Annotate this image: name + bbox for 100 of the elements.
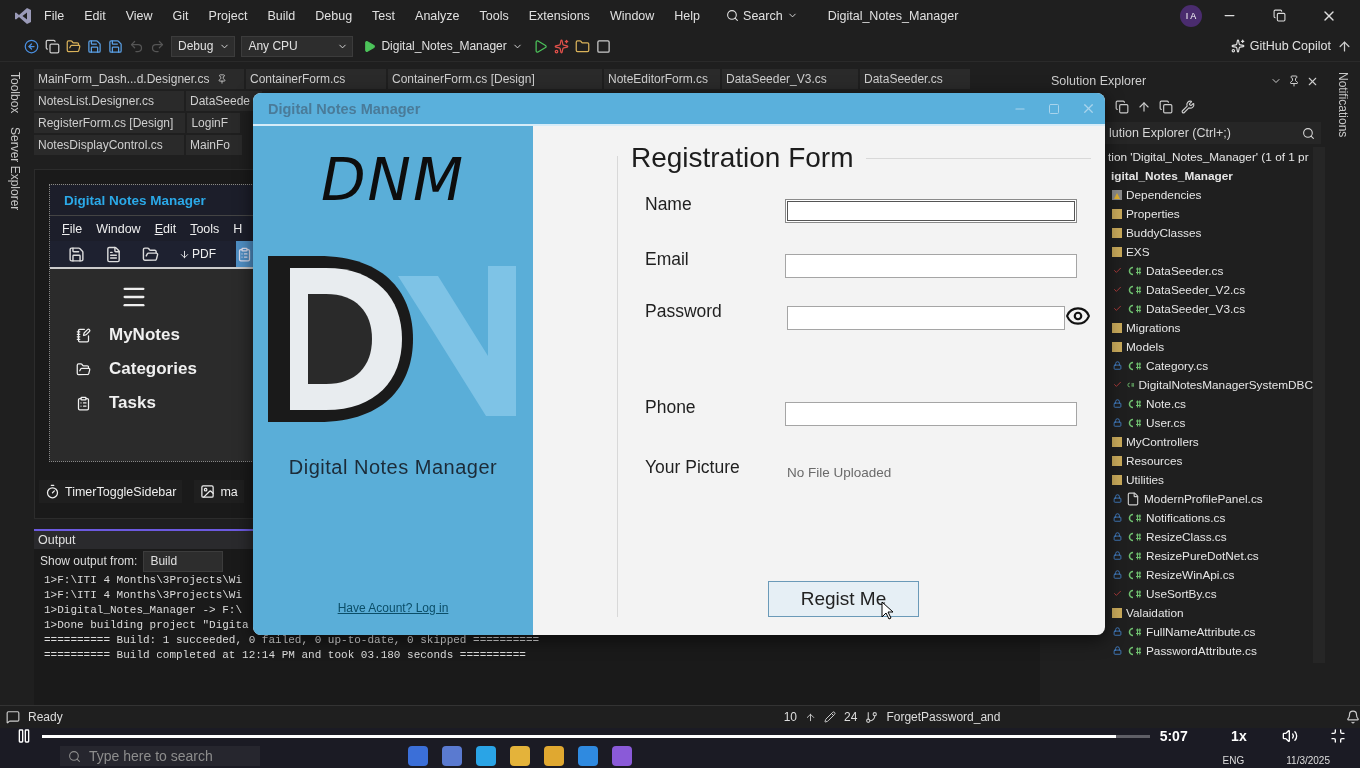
pencil-icon[interactable] bbox=[824, 711, 837, 723]
copilot-button[interactable]: GitHub Copilot bbox=[1230, 39, 1331, 53]
branch-icon[interactable] bbox=[865, 710, 879, 724]
platform-dropdown[interactable]: Any CPU bbox=[241, 35, 354, 57]
nav-item[interactable]: MyNotes bbox=[76, 325, 253, 345]
text-field[interactable] bbox=[785, 254, 1077, 278]
editor-tab[interactable]: MainFo bbox=[186, 135, 242, 155]
tree-item[interactable]: Notifications.cs bbox=[1146, 510, 1226, 525]
folder-icon[interactable] bbox=[142, 245, 159, 263]
tree-item[interactable]: igital_Notes_Manager bbox=[1111, 168, 1233, 183]
open-folder-icon[interactable] bbox=[66, 38, 81, 54]
taskbar-app-icon[interactable] bbox=[476, 746, 496, 766]
tree-item[interactable]: ResizeClass.cs bbox=[1146, 529, 1227, 544]
menu-item[interactable]: Help bbox=[666, 4, 709, 27]
tree-item[interactable]: tion 'Digital_Notes_Manager' (1 of 1 pr bbox=[1108, 149, 1309, 164]
taskbar-app-icon[interactable] bbox=[544, 746, 564, 766]
nav-item[interactable]: Categories bbox=[76, 359, 253, 379]
pause-icon[interactable] bbox=[16, 728, 32, 744]
tree-item[interactable]: Category.cs bbox=[1146, 358, 1209, 373]
back-icon[interactable] bbox=[24, 38, 39, 54]
settings-icon[interactable] bbox=[1181, 100, 1195, 114]
collapse-icon[interactable] bbox=[1137, 100, 1151, 114]
volume-icon[interactable] bbox=[1282, 728, 1299, 744]
menu-item[interactable]: Extensions bbox=[520, 4, 598, 27]
tree-item[interactable]: EXS bbox=[1126, 244, 1150, 259]
branch-name[interactable]: ForgetPassword_and bbox=[886, 710, 1001, 724]
menu-item[interactable]: Edit bbox=[154, 221, 177, 236]
editor-tab[interactable]: DataSeeder_V3.cs bbox=[722, 69, 859, 89]
save-all-icon[interactable] bbox=[108, 38, 123, 54]
login-link[interactable]: Have Acount? Log in bbox=[337, 601, 449, 615]
tree-item[interactable]: DataSeeder.cs bbox=[1146, 263, 1224, 278]
editor-tab[interactable]: DataSeede bbox=[186, 91, 263, 111]
play-outline-icon[interactable] bbox=[532, 38, 548, 54]
menu-item[interactable]: Git bbox=[164, 4, 197, 27]
tree-item[interactable]: DigitalNotesManagerSystemDBC bbox=[1138, 377, 1313, 392]
editor-tab[interactable]: MainForm_Dash...d.Designer.cs bbox=[34, 69, 244, 89]
taskbar-app-icon[interactable] bbox=[612, 746, 632, 766]
menu-item[interactable]: Window bbox=[96, 221, 141, 236]
tree-item[interactable]: PasswordAttribute.cs bbox=[1146, 643, 1257, 658]
pin-icon[interactable] bbox=[1288, 75, 1300, 87]
text-field[interactable] bbox=[785, 199, 1077, 223]
tree-item[interactable]: DataSeeder_V2.cs bbox=[1146, 282, 1246, 297]
start-button[interactable]: Digital_Notes_Manager bbox=[359, 39, 527, 53]
menu-item[interactable]: H bbox=[233, 221, 243, 236]
tree-item[interactable]: ModernProfilePanel.cs bbox=[1144, 491, 1263, 506]
tree-item[interactable]: FullNameAttribute.cs bbox=[1146, 624, 1256, 639]
menu-item[interactable]: File bbox=[36, 4, 73, 27]
menu-item[interactable]: Tools bbox=[190, 221, 220, 236]
menu-item[interactable]: Tools bbox=[471, 4, 517, 27]
tree-item[interactable]: MyControllers bbox=[1126, 434, 1199, 449]
password-field[interactable] bbox=[787, 306, 1065, 330]
menu-item[interactable]: Test bbox=[364, 4, 404, 27]
side-tab[interactable]: Toolbox bbox=[8, 72, 22, 114]
document-icon[interactable] bbox=[105, 245, 122, 263]
account-avatar[interactable]: I A bbox=[1180, 4, 1202, 27]
editor-tab[interactable]: RegisterForm.cs [Design] bbox=[34, 113, 186, 133]
tree-item[interactable]: BuddyClasses bbox=[1126, 225, 1202, 240]
folder-icon[interactable] bbox=[574, 38, 590, 54]
text-field[interactable] bbox=[785, 402, 1077, 426]
menu-item[interactable]: Build bbox=[259, 4, 304, 27]
tree-item[interactable]: Resources bbox=[1126, 453, 1183, 468]
editor-tab[interactable]: LoginF bbox=[187, 113, 241, 133]
tree-item[interactable]: Migrations bbox=[1126, 320, 1181, 335]
editor-tab[interactable]: NoteEditorForm.cs bbox=[604, 69, 721, 89]
editor-tab[interactable]: NotesList.Designer.cs bbox=[34, 91, 184, 111]
component-item[interactable]: TimerToggleSidebar bbox=[39, 480, 183, 503]
search-button[interactable]: Search bbox=[718, 4, 806, 27]
arrow-up-icon[interactable] bbox=[805, 711, 817, 723]
editor-tab[interactable]: ContainerForm.cs [Design] bbox=[388, 69, 602, 89]
side-tab[interactable]: Notifications bbox=[1335, 72, 1350, 138]
pdf-button[interactable]: PDF bbox=[179, 247, 216, 261]
configuration-dropdown[interactable]: Debug bbox=[171, 35, 236, 57]
tree-item[interactable]: Utilities bbox=[1126, 472, 1165, 487]
menu-item[interactable]: File bbox=[62, 221, 83, 236]
tree-item[interactable]: Models bbox=[1126, 339, 1165, 354]
menu-item[interactable]: Project bbox=[200, 4, 256, 27]
tree-item[interactable]: Dependencies bbox=[1126, 187, 1202, 202]
menu-item[interactable]: Window bbox=[601, 4, 663, 27]
tree-item[interactable]: ResizeWinApi.cs bbox=[1146, 567, 1235, 582]
layout-icon[interactable] bbox=[595, 38, 611, 54]
editor-tab[interactable]: NotesDisplayControl.cs bbox=[34, 135, 184, 155]
new-project-icon[interactable] bbox=[45, 38, 60, 54]
menu-item[interactable]: Edit bbox=[76, 4, 114, 27]
output-source-dropdown[interactable]: Build bbox=[143, 550, 224, 572]
speed-button[interactable]: 1x bbox=[1231, 728, 1247, 744]
exit-fullscreen-icon[interactable] bbox=[1330, 728, 1346, 744]
nav-item[interactable]: Tasks bbox=[76, 393, 253, 413]
menu-item[interactable]: View bbox=[117, 4, 161, 27]
tree-item[interactable]: Note.cs bbox=[1146, 396, 1186, 411]
editor-tab[interactable]: DataSeeder.cs bbox=[860, 69, 971, 89]
menu-item[interactable]: Debug bbox=[307, 4, 361, 27]
taskbar-app-icon[interactable] bbox=[442, 746, 462, 766]
bell-icon[interactable] bbox=[1346, 710, 1360, 724]
tree-item[interactable]: Valaidation bbox=[1126, 605, 1184, 620]
menu-item[interactable]: Analyze bbox=[407, 4, 468, 27]
pin-icon[interactable] bbox=[217, 74, 228, 84]
side-tab[interactable]: Server Explorer bbox=[8, 127, 22, 211]
clipboard-button[interactable] bbox=[236, 241, 253, 267]
tree-item[interactable]: User.cs bbox=[1146, 415, 1186, 430]
editor-tab[interactable]: ContainerForm.cs bbox=[246, 69, 386, 89]
